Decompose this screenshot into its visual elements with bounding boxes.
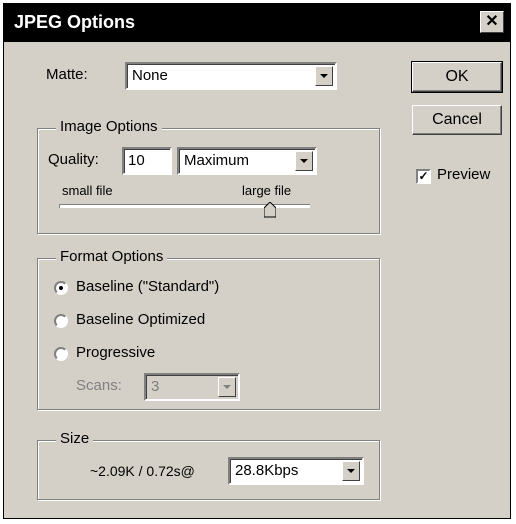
radio-selected-dot [59, 286, 63, 290]
radio-baseline-standard[interactable] [54, 281, 68, 295]
scans-label: Scans: [76, 377, 122, 394]
jpeg-options-dialog: JPEG Options ✕ Matte: None OK Cancel ✓ P… [3, 3, 511, 519]
chevron-down-icon [347, 469, 355, 473]
chevron-down-icon [300, 159, 308, 163]
ok-button[interactable]: OK [411, 61, 503, 93]
slider-max-label: large file [242, 183, 292, 198]
matte-select[interactable]: None [125, 62, 337, 90]
quality-label: Quality: [48, 151, 99, 168]
quality-slider-thumb[interactable] [263, 201, 277, 218]
quality-value: 10 [128, 152, 145, 169]
image-options-legend: Image Options [56, 118, 162, 135]
matte-label: Matte: [46, 66, 88, 83]
slider-min-label: small file [62, 183, 113, 198]
radio-baseline-optimized[interactable] [54, 314, 68, 328]
format-options-legend: Format Options [56, 248, 168, 265]
cancel-button[interactable]: Cancel [412, 105, 502, 135]
title-bar[interactable]: JPEG Options ✕ [4, 4, 510, 42]
matte-dropdown-button[interactable] [315, 66, 333, 86]
preview-label[interactable]: Preview [437, 166, 490, 183]
download-speed-dropdown-button[interactable] [342, 461, 360, 481]
option-baseline-standard-label[interactable]: Baseline ("Standard") [76, 278, 219, 295]
option-baseline-optimized-label[interactable]: Baseline Optimized [76, 311, 205, 328]
close-button[interactable]: ✕ [480, 11, 504, 33]
preview-checkbox[interactable]: ✓ [416, 169, 431, 184]
download-speed-value: 28.8Kbps [235, 462, 299, 479]
scans-value: 3 [151, 378, 160, 395]
matte-value: None [132, 67, 168, 84]
radio-progressive[interactable] [54, 347, 68, 361]
close-icon: ✕ [485, 13, 499, 30]
window-title: JPEG Options [14, 12, 136, 32]
image-options-group [37, 128, 380, 234]
quality-preset-value: Maximum [184, 152, 250, 169]
scans-select[interactable]: 3 [144, 373, 240, 401]
chevron-down-icon [320, 74, 328, 78]
chevron-down-icon [223, 385, 231, 389]
size-legend: Size [56, 430, 94, 447]
quality-input[interactable]: 10 [122, 147, 172, 175]
scans-dropdown-button[interactable] [218, 377, 236, 397]
option-progressive-label[interactable]: Progressive [76, 344, 155, 361]
checkmark-icon: ✓ [418, 169, 429, 183]
download-speed-select[interactable]: 28.8Kbps [228, 457, 364, 485]
quality-preset-select[interactable]: Maximum [177, 147, 317, 175]
size-estimate: ~2.09K / 0.72s@ [90, 463, 195, 479]
quality-preset-dropdown-button[interactable] [295, 151, 313, 171]
